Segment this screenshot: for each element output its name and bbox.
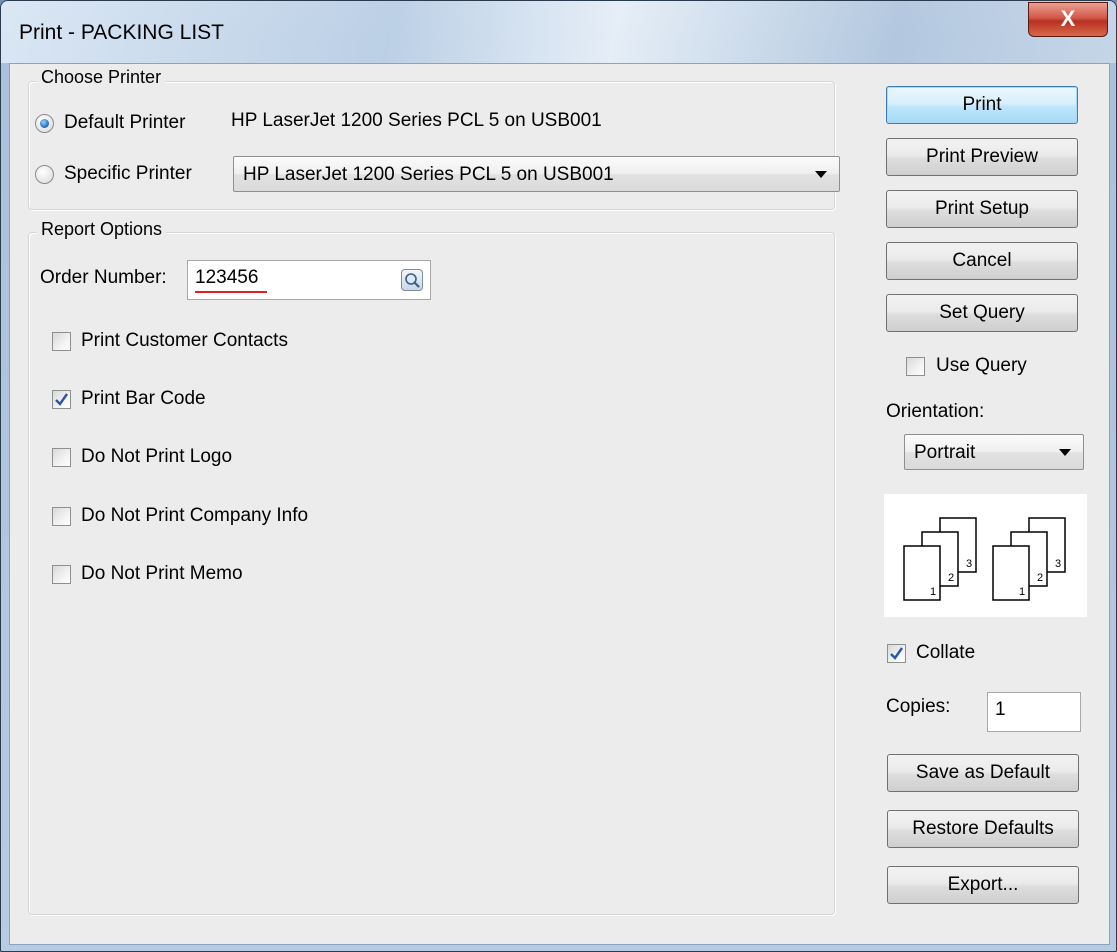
print-setup-button[interactable]: Print Setup bbox=[886, 190, 1078, 228]
report-option-label[interactable]: Do Not Print Company Info bbox=[81, 505, 308, 527]
orientation-select[interactable]: Portrait bbox=[904, 434, 1084, 470]
report-options-label: Report Options bbox=[37, 219, 167, 240]
print-dialog-window: Print - PACKING LIST X Choose Printer De… bbox=[0, 0, 1117, 952]
report-option-checkbox[interactable] bbox=[52, 390, 71, 409]
specific-printer-radio[interactable] bbox=[35, 165, 54, 184]
save-as-default-button[interactable]: Save as Default bbox=[887, 754, 1079, 792]
lookup-search-icon[interactable] bbox=[401, 269, 423, 291]
collate-label[interactable]: Collate bbox=[916, 642, 975, 664]
report-option-checkbox[interactable] bbox=[52, 565, 71, 584]
window-title: Print - PACKING LIST bbox=[19, 21, 224, 44]
report-option-label[interactable]: Print Customer Contacts bbox=[81, 330, 288, 352]
specific-printer-label[interactable]: Specific Printer bbox=[64, 163, 192, 185]
report-option-checkbox[interactable] bbox=[52, 507, 71, 526]
restore-defaults-button[interactable]: Restore Defaults bbox=[887, 810, 1079, 848]
page-number: 1 bbox=[930, 586, 936, 598]
orientation-label: Orientation: bbox=[886, 401, 985, 422]
checkmark-icon bbox=[55, 393, 68, 406]
use-query-checkbox[interactable] bbox=[906, 357, 925, 376]
default-printer-radio[interactable] bbox=[35, 114, 54, 133]
close-button[interactable]: X bbox=[1028, 2, 1108, 37]
page-number: 1 bbox=[1019, 586, 1025, 598]
default-printer-label[interactable]: Default Printer bbox=[64, 112, 185, 134]
report-option-label[interactable]: Do Not Print Memo bbox=[81, 563, 243, 585]
collate-preview: 321 321 bbox=[884, 494, 1087, 617]
order-number-input[interactable]: 123456 bbox=[187, 260, 431, 300]
chevron-down-icon bbox=[1059, 449, 1071, 456]
orientation-select-value: Portrait bbox=[914, 442, 976, 463]
chevron-down-icon bbox=[815, 171, 827, 178]
choose-printer-label: Choose Printer bbox=[37, 67, 166, 88]
report-option-label[interactable]: Print Bar Code bbox=[81, 388, 206, 410]
report-option-label[interactable]: Do Not Print Logo bbox=[81, 446, 232, 468]
use-query-label[interactable]: Use Query bbox=[936, 355, 1027, 377]
cancel-button[interactable]: Cancel bbox=[886, 242, 1078, 280]
page-number: 2 bbox=[948, 572, 954, 584]
specific-printer-select[interactable]: HP LaserJet 1200 Series PCL 5 on USB001 bbox=[233, 156, 840, 192]
copies-value: 1 bbox=[995, 699, 1006, 720]
spellcheck-underline bbox=[195, 291, 267, 293]
page-number: 2 bbox=[1037, 572, 1043, 584]
print-button[interactable]: Print bbox=[886, 86, 1078, 124]
title-bar[interactable]: Print - PACKING LIST X bbox=[1, 1, 1116, 63]
report-option-checkbox[interactable] bbox=[52, 448, 71, 467]
copies-input[interactable]: 1 bbox=[987, 692, 1081, 732]
copies-label: Copies: bbox=[886, 696, 951, 717]
export-button[interactable]: Export... bbox=[887, 866, 1079, 904]
collate-checkbox[interactable] bbox=[887, 644, 906, 663]
dialog-client-area: Choose Printer Default Printer HP LaserJ… bbox=[9, 63, 1110, 945]
page-number: 3 bbox=[1055, 558, 1061, 570]
order-number-value: 123456 bbox=[195, 267, 259, 288]
report-option-checkbox[interactable] bbox=[52, 332, 71, 351]
order-number-label: Order Number: bbox=[40, 267, 167, 288]
print-preview-button[interactable]: Print Preview bbox=[886, 138, 1078, 176]
set-query-button[interactable]: Set Query bbox=[886, 294, 1078, 332]
default-printer-value: HP LaserJet 1200 Series PCL 5 on USB001 bbox=[231, 110, 602, 131]
page-number: 3 bbox=[966, 558, 972, 570]
collate-pages-icon: 321 321 bbox=[903, 517, 1066, 601]
specific-printer-select-value: HP LaserJet 1200 Series PCL 5 on USB001 bbox=[243, 164, 614, 185]
